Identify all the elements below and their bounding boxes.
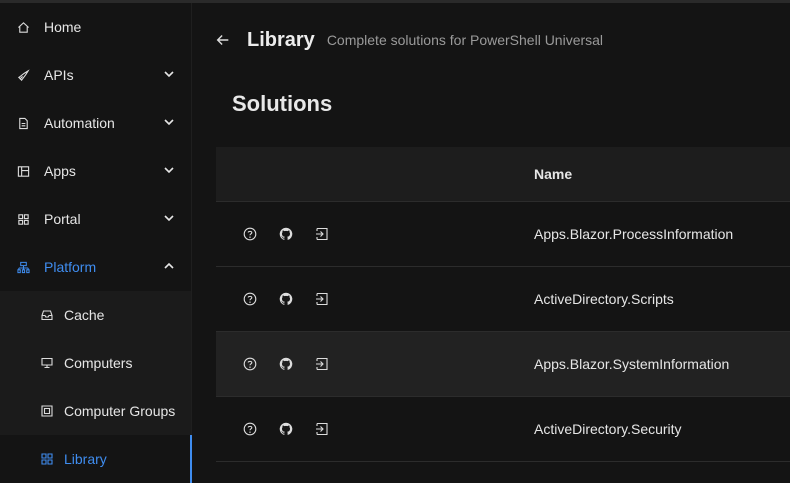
page-subtitle: Complete solutions for PowerShell Univer… bbox=[326, 32, 604, 48]
main-content: Library Complete solutions for PowerShel… bbox=[193, 3, 790, 481]
inbox-icon bbox=[40, 308, 54, 322]
sidebar: Home APIs Automation Apps Portal Platfor bbox=[0, 3, 192, 483]
table-header: Name bbox=[216, 147, 790, 202]
sidebar-item-computers[interactable]: Computers bbox=[0, 339, 191, 387]
sidebar-item-label: Home bbox=[44, 19, 82, 35]
sidebar-item-library[interactable]: Library bbox=[0, 435, 192, 483]
group-icon bbox=[40, 404, 54, 418]
cluster-icon bbox=[16, 260, 30, 274]
sidebar-item-label: Computer Groups bbox=[64, 403, 176, 419]
sidebar-item-label: Apps bbox=[44, 163, 76, 179]
github-icon[interactable] bbox=[278, 226, 294, 242]
row-actions bbox=[242, 291, 350, 307]
desktop-icon bbox=[40, 356, 54, 370]
platform-submenu: Cache Computers Computer Groups Library bbox=[0, 291, 192, 483]
sidebar-item-label: Cache bbox=[64, 307, 105, 323]
section-title: Solutions bbox=[232, 91, 333, 116]
table-row[interactable]: ActiveDirectory.Scripts bbox=[216, 267, 790, 332]
table-row[interactable]: ActiveDirectory.Security bbox=[216, 397, 790, 462]
sidebar-item-label: APIs bbox=[44, 67, 74, 83]
sidebar-item-label: Platform bbox=[44, 259, 97, 275]
solution-name: ActiveDirectory.Security bbox=[534, 421, 682, 437]
solution-name: Apps.Blazor.ProcessInformation bbox=[534, 226, 734, 242]
sidebar-item-automation[interactable]: Automation bbox=[0, 99, 191, 147]
github-icon[interactable] bbox=[278, 356, 294, 372]
help-icon[interactable] bbox=[242, 291, 258, 307]
solution-name: Apps.Blazor.SystemInformation bbox=[534, 356, 730, 372]
page-header: Library Complete solutions for PowerShel… bbox=[215, 25, 603, 55]
table-row[interactable]: Apps.Blazor.SystemInformation bbox=[216, 332, 790, 397]
appstore-icon bbox=[40, 452, 54, 466]
file-icon bbox=[16, 116, 30, 130]
sidebar-item-apps[interactable]: Apps bbox=[0, 147, 191, 195]
sidebar-item-computer-groups[interactable]: Computer Groups bbox=[0, 387, 191, 435]
help-icon[interactable] bbox=[242, 226, 258, 242]
chevron-down-icon[interactable] bbox=[163, 212, 175, 224]
back-arrow-icon[interactable] bbox=[215, 31, 233, 49]
table-row[interactable]: Apps.Blazor.ProcessInformation bbox=[216, 202, 790, 267]
rocket-icon bbox=[16, 68, 30, 82]
layout-icon bbox=[16, 164, 30, 178]
home-icon bbox=[16, 20, 30, 34]
page-title: Library bbox=[247, 28, 315, 51]
chevron-down-icon[interactable] bbox=[163, 68, 175, 80]
sidebar-item-label: Computers bbox=[64, 355, 133, 371]
chevron-down-icon[interactable] bbox=[163, 116, 175, 128]
import-icon[interactable] bbox=[314, 226, 330, 242]
sidebar-item-apis[interactable]: APIs bbox=[0, 51, 191, 99]
sidebar-item-label: Library bbox=[64, 451, 107, 467]
chevron-down-icon[interactable] bbox=[163, 164, 175, 176]
import-icon[interactable] bbox=[314, 421, 330, 437]
sidebar-item-portal[interactable]: Portal bbox=[0, 195, 191, 243]
sidebar-item-platform[interactable]: Platform bbox=[0, 243, 191, 291]
import-icon[interactable] bbox=[314, 356, 330, 372]
column-header-name[interactable]: Name bbox=[534, 166, 572, 182]
row-actions bbox=[242, 421, 350, 437]
chevron-up-icon[interactable] bbox=[163, 260, 175, 272]
github-icon[interactable] bbox=[278, 291, 294, 307]
row-actions bbox=[242, 226, 350, 242]
grid-icon bbox=[16, 212, 30, 226]
github-icon[interactable] bbox=[278, 421, 294, 437]
solutions-table: Name Apps.Blazor.ProcessInformation Acti… bbox=[216, 147, 790, 462]
import-icon[interactable] bbox=[314, 291, 330, 307]
solution-name: ActiveDirectory.Scripts bbox=[534, 291, 674, 307]
help-icon[interactable] bbox=[242, 421, 258, 437]
sidebar-item-label: Portal bbox=[44, 211, 81, 227]
sidebar-item-label: Automation bbox=[44, 115, 115, 131]
row-actions bbox=[242, 356, 350, 372]
help-icon[interactable] bbox=[242, 356, 258, 372]
sidebar-item-home[interactable]: Home bbox=[0, 3, 191, 51]
sidebar-item-cache[interactable]: Cache bbox=[0, 291, 191, 339]
